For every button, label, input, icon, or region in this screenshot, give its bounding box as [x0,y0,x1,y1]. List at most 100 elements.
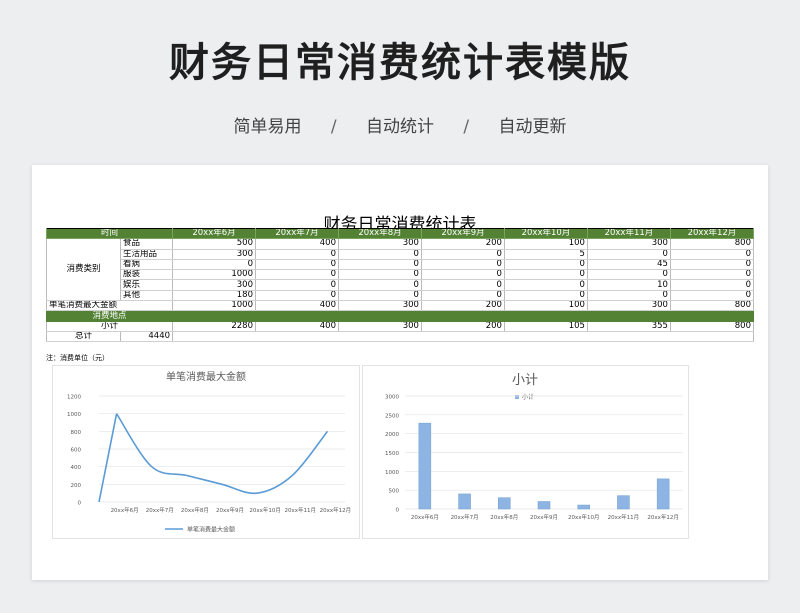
x-tick-label: 20xx年8月 [181,506,209,514]
cell: 0 [255,279,339,291]
cell: 100 [503,300,588,312]
tag-easy: 简单易用 [233,117,302,137]
header-cell: 20xx年11月 [586,228,671,240]
total-row: 总计 4440 [46,331,754,343]
cell: 0 [337,269,422,281]
cell: 500 [172,238,256,250]
y-tick-label: 1500 [385,451,399,457]
cell: 0 [255,259,339,271]
cell: 400 [255,238,339,250]
cell: 800 [669,321,755,332]
row-label: 小计 [45,321,174,332]
y-tick-label: 500 [389,489,400,495]
y-tick-label: 1000 [385,470,399,476]
cell: 0 [337,259,422,271]
table-row: 生活用品 300 0 0 0 5 0 0 [47,249,755,260]
x-tick-label: 20xx年6月 [111,506,139,514]
page-title: 财务日常消费统计表模版 [169,40,631,86]
cell: 0 [669,269,755,281]
y-tick-label: 0 [78,501,82,507]
cell: 0 [337,290,422,302]
chart-title: 单笔消费最大金额 [166,370,246,383]
header-cell: 20xx年6月 [172,228,256,240]
cell: 5 [503,249,588,260]
cell: 200 [420,300,505,312]
x-tick-label: 20xx年12月 [320,506,352,514]
cell: 300 [337,321,422,332]
unit-note: 注：消费单位（元） [46,354,109,362]
x-tick-label: 20xx年6月 [411,513,439,521]
bar [418,422,432,510]
legend-label: 单笔消费最大金额 [187,526,235,534]
cell: 0 [420,279,505,291]
x-tick-label: 20xx年12月 [647,513,679,521]
cell: 0 [669,279,755,291]
category-name: 看病 [119,259,174,271]
y-tick-label: 400 [71,465,82,471]
chart-title: 小计 [512,373,538,388]
table-row: 消费类别 食品 500 400 300 200 100 300 800 [46,238,755,302]
category-name: 娱乐 [119,279,174,291]
bar [656,478,670,510]
cell: 1000 [172,300,256,312]
cell: 0 [255,249,339,260]
y-tick-label: 2500 [385,413,399,419]
category-group-label: 消费类别 [46,238,121,302]
cell: 1000 [172,269,256,281]
legend-label: 小计 [522,393,534,401]
cell: 300 [586,238,671,250]
series-line [115,413,329,495]
cell: 800 [669,300,755,312]
total-value: 4440 [119,331,174,343]
header-cell: 20xx年12月 [669,228,755,240]
bar [537,501,551,510]
cell: 45 [586,259,671,271]
cell: 400 [255,300,339,312]
cell [172,310,754,322]
cell: 0 [669,259,755,271]
cell: 0 [337,249,422,260]
header-cell: 时间 [45,228,174,240]
cell: 0 [420,290,505,302]
cell: 0 [420,249,505,260]
y-tick-label: 800 [71,430,82,436]
header-cell: 20xx年10月 [503,228,588,240]
cell: 800 [669,238,755,250]
x-tick-label: 20xx年11月 [285,506,317,514]
cell: 300 [337,238,422,250]
y-tick-label: 1200 [67,395,81,401]
x-tick-label: 20xx年11月 [608,513,640,521]
place-row: 消费地点 [45,310,754,322]
bar [577,504,590,510]
x-tick-label: 20xx年9月 [530,513,558,521]
cell: 0 [586,269,671,281]
cell: 2280 [172,321,256,332]
cell: 300 [586,300,671,312]
cell: 0 [172,259,256,271]
cell: 355 [586,321,671,332]
cell: 0 [255,290,339,302]
tag-auto-stats: 自动统计 [366,117,434,137]
x-tick-label: 20xx年9月 [216,506,244,514]
y-tick-label: 600 [71,448,82,454]
header-cell: 20xx年8月 [337,228,422,240]
category-name: 食品 [119,238,174,250]
cell: 0 [503,259,588,271]
header-cell: 20xx年9月 [420,228,505,240]
row-label: 消费地点 [45,310,174,322]
row-label: 总计 [46,331,121,343]
table-row: 服装 1000 0 0 0 0 0 0 [47,269,755,281]
bar [498,497,511,510]
x-tick-label: 20xx年7月 [146,506,174,514]
cell: 100 [503,238,588,250]
table-row: 娱乐 300 0 0 0 0 10 0 [47,279,755,291]
y-tick-label: 3000 [385,395,399,401]
x-tick-label: 20xx年10月 [568,513,600,521]
category-name: 生活用品 [119,249,174,260]
y-tick-label: 2000 [385,432,399,438]
max-amount-row: 单笔消费最大金额 1000 400 300 200 100 300 800 [45,300,755,312]
cell: 0 [255,269,339,281]
x-tick-label: 20xx年7月 [451,513,479,521]
line-chart: 单笔消费最大金额 0 200 400 600 800 1000 1200 20xx年6月 20xx… [52,365,360,539]
y-tick-label: 1000 [67,412,81,418]
